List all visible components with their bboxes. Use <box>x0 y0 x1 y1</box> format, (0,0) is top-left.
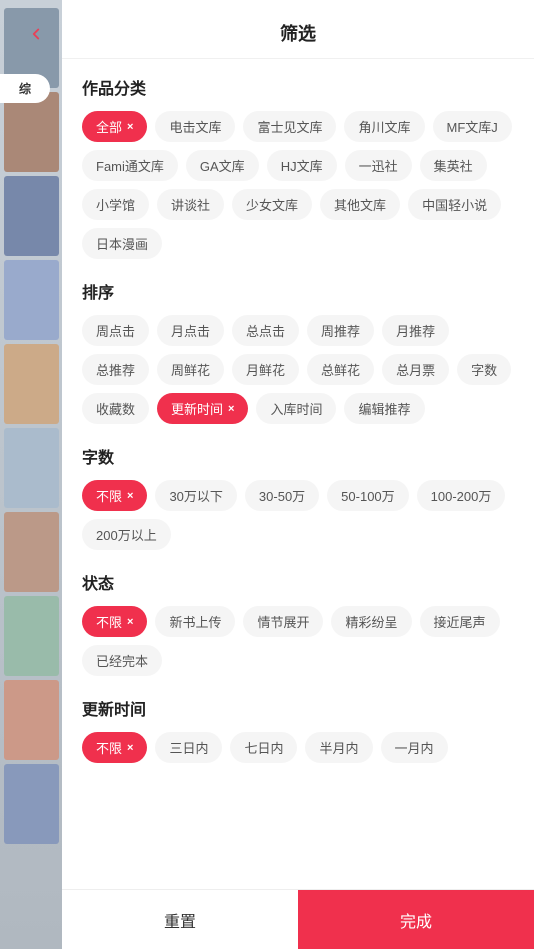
tag-item[interactable]: 总推荐 <box>82 354 149 385</box>
tag-item[interactable]: 小学馆 <box>82 189 149 220</box>
tag-item[interactable]: 一迅社 <box>345 150 412 181</box>
tag-item[interactable]: 总鲜花 <box>307 354 374 385</box>
section-category: 作品分类 全部× 电击文库富士见文库角川文库 MF文库J Fami通文库 GA文库 HJ文… <box>82 75 514 259</box>
close-icon: × <box>127 121 133 133</box>
tag-item[interactable]: 总月票 <box>382 354 449 385</box>
tag-item[interactable]: 30-50万 <box>245 480 319 511</box>
tag-item[interactable]: 新书上传 <box>155 606 235 637</box>
tag-item[interactable]: 接近尾声 <box>420 606 500 637</box>
tag-item[interactable]: 其他文库 <box>320 189 400 220</box>
tag-item[interactable]: 日本漫画 <box>82 228 162 259</box>
tag-item[interactable]: 全部× <box>82 111 147 142</box>
page-title: 筛选 <box>280 24 316 44</box>
tag-item[interactable]: MF文库J <box>433 111 512 142</box>
tag-item[interactable]: 月点击 <box>157 315 224 346</box>
tag-item[interactable]: 30万以下 <box>155 480 236 511</box>
section-title-updatetime: 更新时间 <box>82 696 514 720</box>
section-title-category: 作品分类 <box>82 75 514 99</box>
tag-item[interactable]: 收藏数 <box>82 393 149 424</box>
close-icon: × <box>127 616 133 628</box>
tag-item[interactable]: 字数 <box>457 354 511 385</box>
tag-item[interactable]: GA文库 <box>186 150 259 181</box>
section-updatetime: 更新时间 不限× 三日内七日内半月内一月内 <box>82 696 514 763</box>
close-icon: × <box>127 742 133 754</box>
section-status: 状态 不限× 新书上传情节展开精彩纷呈接近尾声已经完本 <box>82 570 514 676</box>
tag-item[interactable]: 不限× <box>82 732 147 763</box>
tag-item[interactable]: 七日内 <box>230 732 297 763</box>
tag-item[interactable]: 少女文库 <box>232 189 312 220</box>
tag-item[interactable]: 集英社 <box>420 150 487 181</box>
reset-button[interactable]: 重置 <box>62 890 298 949</box>
section-title-status: 状态 <box>82 570 514 594</box>
tag-item[interactable]: 100-200万 <box>417 480 506 511</box>
tag-item[interactable]: 周鲜花 <box>157 354 224 385</box>
close-icon: × <box>127 490 133 502</box>
section-sort: 排序 周点击月点击总点击周推荐月推荐总推荐周鲜花月鲜花总鲜花总月票字数收藏数更新… <box>82 279 514 424</box>
tag-item[interactable]: 一月内 <box>381 732 448 763</box>
section-title-sort: 排序 <box>82 279 514 303</box>
tag-item[interactable]: 月推荐 <box>382 315 449 346</box>
tags-wordcount: 不限× 30万以下 30-50万 50-100万 100-200万 200万以上 <box>82 480 514 550</box>
tag-item[interactable]: 不限× <box>82 480 147 511</box>
tag-item[interactable]: 电击文库 <box>155 111 235 142</box>
main-panel: 筛选 作品分类 全部× 电击文库富士见文库角川文库 MF文库J Fami通文库 GA文库… <box>62 0 534 949</box>
tag-item[interactable]: HJ文库 <box>267 150 337 181</box>
tag-item[interactable]: 富士见文库 <box>243 111 336 142</box>
tag-item[interactable]: Fami通文库 <box>82 150 178 181</box>
tag-item[interactable]: 月鲜花 <box>232 354 299 385</box>
tag-item[interactable]: 入库时间 <box>256 393 336 424</box>
tag-item[interactable]: 角川文库 <box>344 111 424 142</box>
tags-updatetime: 不限× 三日内七日内半月内一月内 <box>82 732 514 763</box>
section-title-wordcount: 字数 <box>82 444 514 468</box>
tags-category: 全部× 电击文库富士见文库角川文库 MF文库J Fami通文库 GA文库 HJ文库一迅社集… <box>82 111 514 259</box>
close-icon: × <box>228 403 234 415</box>
tag-item[interactable]: 中国轻小说 <box>408 189 501 220</box>
back-button[interactable] <box>20 18 52 50</box>
header: 筛选 <box>62 0 534 59</box>
tag-item[interactable]: 周推荐 <box>307 315 374 346</box>
tag-item[interactable]: 讲谈社 <box>157 189 224 220</box>
tag-item[interactable]: 更新时间× <box>157 393 248 424</box>
left-panel <box>0 0 62 949</box>
tag-item[interactable]: 精彩纷呈 <box>331 606 411 637</box>
side-tab: 综 <box>0 74 50 107</box>
section-wordcount: 字数 不限× 30万以下 30-50万 50-100万 100-200万 200万以上 <box>82 444 514 550</box>
bottom-bar: 重置 完成 <box>62 889 534 949</box>
tags-status: 不限× 新书上传情节展开精彩纷呈接近尾声已经完本 <box>82 606 514 676</box>
scroll-content: 作品分类 全部× 电击文库富士见文库角川文库 MF文库J Fami通文库 GA文库 HJ文… <box>62 59 534 949</box>
tag-item[interactable]: 编辑推荐 <box>344 393 424 424</box>
tag-item[interactable]: 总点击 <box>232 315 299 346</box>
tags-sort: 周点击月点击总点击周推荐月推荐总推荐周鲜花月鲜花总鲜花总月票字数收藏数更新时间×… <box>82 315 514 424</box>
tag-item[interactable]: 周点击 <box>82 315 149 346</box>
tag-item[interactable]: 半月内 <box>305 732 372 763</box>
confirm-button[interactable]: 完成 <box>298 890 534 949</box>
tag-item[interactable]: 已经完本 <box>82 645 162 676</box>
side-tab-label: 综 <box>0 74 50 103</box>
tag-item[interactable]: 不限× <box>82 606 147 637</box>
tag-item[interactable]: 200万以上 <box>82 519 171 550</box>
tag-item[interactable]: 三日内 <box>155 732 222 763</box>
tag-item[interactable]: 50-100万 <box>327 480 408 511</box>
tag-item[interactable]: 情节展开 <box>243 606 323 637</box>
